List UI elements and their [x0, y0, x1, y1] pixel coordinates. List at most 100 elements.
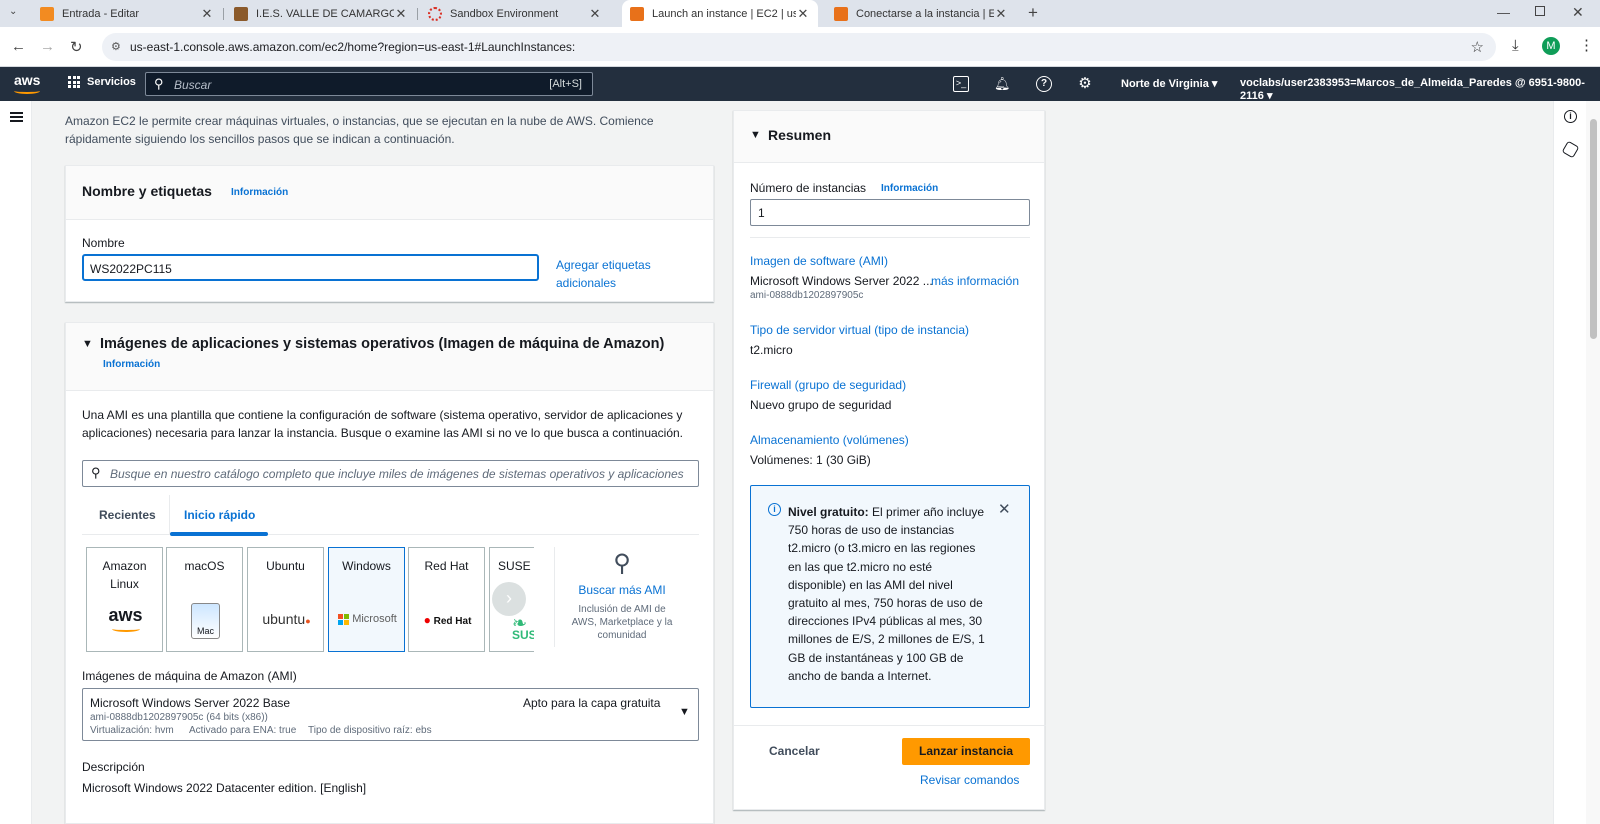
microsoft-logo-icon: Microsoft	[329, 613, 406, 625]
browser-tab-3[interactable]: Sandbox Environment ✕	[420, 0, 610, 27]
close-tab-icon[interactable]: ✕	[796, 6, 810, 22]
firewall-link[interactable]: Firewall (grupo de seguridad)	[750, 378, 906, 392]
info-link[interactable]: Información	[103, 359, 160, 370]
side-nav-strip	[0, 101, 32, 824]
close-tab-icon[interactable]: ✕	[994, 6, 1008, 22]
dropdown-caret-icon: ▼	[679, 706, 690, 718]
tab-recientes[interactable]: Recientes	[99, 508, 156, 522]
aws-favicon-icon	[834, 6, 848, 21]
ami-summary-id: ami-0888db1202897905c	[750, 290, 864, 301]
ami-tile-redhat[interactable]: Red Hat ● Red Hat	[408, 547, 485, 652]
instance-count-label: Número de instancias	[750, 181, 867, 195]
browser-menu-icon[interactable]: ⋮	[1579, 36, 1594, 54]
aws-logo-text: aws	[14, 72, 41, 88]
profile-avatar[interactable]: M	[1542, 37, 1560, 55]
free-tier-title: Nivel gratuito:	[788, 505, 869, 519]
scrollbar-thumb[interactable]	[1590, 119, 1597, 339]
hexagon-icon[interactable]	[1561, 140, 1580, 159]
account-menu[interactable]: voclabs/user2383953=Marcos_de_Almeida_Pa…	[1240, 77, 1600, 102]
grid-icon	[68, 76, 80, 88]
browser-tab-1[interactable]: Entrada - Editar ✕	[32, 0, 222, 27]
tile-name: Windows	[342, 559, 391, 573]
aws-top-nav: aws Servicios ⚲ Buscar [Alt+S] >_ 🔔︎ ? ⚙…	[0, 67, 1600, 102]
ami-select-label: Imágenes de máquina de Amazon (AMI)	[82, 669, 297, 683]
browse-more-ami[interactable]: ⚲ Buscar más AMI Inclusión de AMI de AWS…	[565, 551, 679, 642]
instance-type-link[interactable]: Tipo de servidor virtual (tipo de instan…	[750, 323, 969, 337]
launch-instance-button[interactable]: Lanzar instancia	[902, 738, 1030, 765]
name-input-value: WS2022PC115	[90, 262, 172, 276]
name-label: Nombre	[82, 236, 125, 250]
services-menu-button[interactable]: Servicios	[68, 76, 136, 88]
tab-title: I.E.S. VALLE DE CAMARGO	[256, 7, 394, 20]
bookmark-star-icon[interactable]: ☆	[1471, 38, 1484, 56]
ami-tile-windows[interactable]: Windows Microsoft	[328, 547, 405, 652]
menu-hamburger-icon[interactable]	[10, 112, 23, 122]
close-tab-icon[interactable]: ✕	[394, 6, 408, 22]
cancel-button[interactable]: Cancelar	[769, 744, 820, 758]
aws-logo-icon: aws	[108, 605, 143, 625]
close-alert-icon[interactable]: ✕	[998, 500, 1011, 518]
close-window-icon[interactable]: ✕	[1572, 4, 1584, 21]
description-label: Descripción	[82, 760, 145, 774]
info-link[interactable]: Información	[231, 187, 288, 198]
aws-search-input[interactable]: ⚲ Buscar [Alt+S]	[145, 72, 593, 96]
address-bar[interactable]: ⚙ us-east-1.console.aws.amazon.com/ec2/h…	[102, 33, 1496, 61]
tab-inicio-rapido[interactable]: Inicio rápido	[184, 508, 255, 522]
ami-quickstart-tiles: Amazon Linux aws macOS Mac Ubuntu ubuntu…	[86, 547, 534, 654]
blogger-favicon-icon	[40, 6, 54, 21]
tile-name: macOS	[184, 559, 225, 573]
tab-title: Entrada - Editar	[62, 7, 140, 20]
page-scrollbar[interactable]	[1586, 101, 1600, 824]
minimize-window-icon[interactable]: —	[1497, 5, 1510, 20]
forward-icon[interactable]: →	[40, 38, 55, 55]
services-label: Servicios	[87, 76, 136, 88]
more-info-link[interactable]: más información	[931, 274, 1019, 288]
ami-tile-ubuntu[interactable]: Ubuntu ubuntu●	[247, 547, 324, 652]
name-input[interactable]: WS2022PC115	[82, 254, 539, 281]
back-icon[interactable]: ←	[11, 38, 26, 55]
info-link[interactable]: Información	[881, 183, 938, 194]
browser-tab-5[interactable]: Conectarse a la instancia | EC2 | ✕	[826, 0, 1016, 27]
tab-title: Launch an instance | EC2 | us-ea	[652, 7, 796, 20]
downloads-icon[interactable]: ⤓	[1512, 37, 1519, 54]
ami-summary-link[interactable]: Imagen de software (AMI)	[750, 254, 888, 268]
name-tags-card: Nombre y etiquetas Información Nombre WS…	[65, 165, 714, 302]
ami-tile-macos[interactable]: macOS Mac	[166, 547, 243, 652]
browser-tab-2[interactable]: I.E.S. VALLE DE CAMARGO ✕	[226, 0, 416, 27]
ami-tile-amazon-linux[interactable]: Amazon Linux aws	[86, 547, 163, 652]
info-panel-icon[interactable]: i	[1564, 110, 1577, 123]
browse-more-link[interactable]: Buscar más AMI	[565, 583, 679, 597]
region-selector[interactable]: Norte de Virginia ▾	[1121, 77, 1217, 90]
collapse-caret-icon[interactable]: ▼	[82, 338, 93, 350]
ami-virtualization: Virtualización: hvm	[90, 725, 174, 736]
help-icon[interactable]: ?	[1036, 76, 1052, 92]
ami-search-input[interactable]: ⚲ Busque en nuestro catálogo completo qu…	[82, 460, 699, 487]
magnifier-icon: ⚲	[613, 550, 631, 577]
collapse-caret-icon[interactable]: ▼	[750, 129, 761, 141]
account-label: voclabs/user2383953=Marcos_de_Almeida_Pa…	[1240, 77, 1585, 102]
storage-link[interactable]: Almacenamiento (volúmenes)	[750, 433, 909, 447]
next-tiles-chevron-icon[interactable]: ›	[492, 582, 526, 616]
storage-value: Volúmenes: 1 (30 GiB)	[750, 453, 871, 467]
close-tab-icon[interactable]: ✕	[200, 6, 214, 22]
aws-logo[interactable]: aws	[14, 72, 41, 94]
instance-count-value: 1	[758, 206, 765, 220]
review-commands-link[interactable]: Revisar comandos	[920, 773, 1019, 787]
settings-gear-icon[interactable]: ⚙	[1077, 76, 1093, 92]
notifications-bell-icon[interactable]: 🔔︎	[994, 76, 1011, 92]
tools-panel-strip: i	[1553, 101, 1586, 824]
instance-count-input[interactable]: 1	[750, 199, 1030, 226]
ami-selected-id: ami-0888db1202897905c (64 bits (x86))	[90, 712, 268, 723]
intro-text: Amazon EC2 le permite crear máquinas vir…	[65, 114, 654, 146]
reload-icon[interactable]: ↻	[70, 38, 83, 56]
new-tab-icon[interactable]: +	[1028, 3, 1038, 23]
cloudshell-icon[interactable]: >_	[953, 76, 969, 92]
browser-tab-4-active[interactable]: Launch an instance | EC2 | us-ea ✕	[622, 0, 818, 27]
add-tags-link[interactable]: Agregar etiquetas adicionales	[556, 256, 676, 292]
ubuntu-logo-text: ubuntu	[262, 611, 306, 627]
close-tab-icon[interactable]: ✕	[588, 6, 602, 22]
ami-select[interactable]: Microsoft Windows Server 2022 Base Apto …	[82, 688, 699, 741]
site-info-icon[interactable]: ⚙	[111, 40, 121, 53]
restore-window-icon[interactable]	[1535, 6, 1545, 16]
tab-list-chevron-icon[interactable]: ⌄	[9, 6, 17, 17]
